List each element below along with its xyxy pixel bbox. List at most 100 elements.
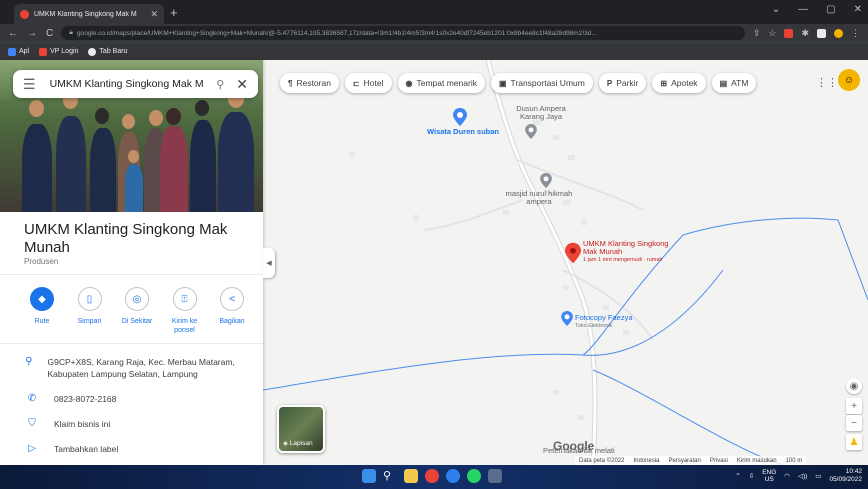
- address-row[interactable]: ⚲ G9CP+X8S, Karang Raja, Kec. Merbau Mat…: [24, 356, 249, 380]
- sidebar-icon[interactable]: [817, 28, 826, 38]
- chevron-up-icon[interactable]: ⌃: [735, 472, 740, 480]
- volume-icon[interactable]: ◁)): [798, 472, 807, 480]
- chip-apotek[interactable]: ⊞ Apotek: [652, 73, 706, 93]
- close-icon[interactable]: ✕: [236, 76, 248, 93]
- minimize-button[interactable]: —: [798, 4, 808, 15]
- chevron-left-icon: ◀: [266, 260, 272, 267]
- avatar[interactable]: ☺: [838, 69, 860, 91]
- system-tray: ⌃ ⇩ ENG US ◠ ◁)) ▭ 10:42 05/09/2022: [735, 468, 862, 484]
- map-label-dusun: Dusun Ampera Karang Jaya: [516, 104, 566, 121]
- zoom-out-button[interactable]: −: [846, 415, 862, 431]
- nearby-button[interactable]: ◎ Di Sekitar: [117, 287, 157, 335]
- windows-taskbar: ⚲ ⌃ ⇩ ENG US ◠ ◁)) ▭ 10:42 05/09/2022: [0, 465, 868, 489]
- file-explorer-icon[interactable]: [404, 469, 418, 483]
- map-label-wisata[interactable]: Wisata Duren suban: [423, 128, 503, 136]
- selected-place-pin-icon[interactable]: [565, 242, 581, 269]
- chevron-down-icon[interactable]: ⌄: [772, 4, 780, 15]
- extension-icon[interactable]: [784, 28, 794, 38]
- map-label-fotocopy[interactable]: Fotocopy Faezya: [575, 314, 645, 322]
- chip-restoran[interactable]: ¶ Restoran: [280, 73, 339, 93]
- reload-button[interactable]: C: [46, 28, 53, 39]
- browser-tab[interactable]: UMKM Klanting Singkong Mak M ✕: [14, 4, 164, 24]
- pegman-icon[interactable]: ♟: [846, 434, 862, 450]
- bookmark-new-tab[interactable]: Tab Baru: [88, 47, 127, 56]
- search-box[interactable]: ☰ UMKM Klanting Singkong Mak M ⚲ ✕: [13, 70, 258, 98]
- place-category[interactable]: Produsen: [24, 257, 58, 266]
- map-canvas[interactable]: Wisata Duren suban Dusun Ampera Karang J…: [263, 60, 868, 465]
- bookmarks-bar: Apl VP Login Tab Baru: [0, 42, 868, 60]
- map-label-fotocopy-category: Toko Elektronik: [575, 323, 613, 329]
- claim-business-text: Klaim bisnis ini: [54, 419, 111, 429]
- share-page-icon[interactable]: ⇪: [753, 28, 761, 39]
- whatsapp-icon[interactable]: [467, 469, 481, 483]
- map-label-drive-time: 1 jam 1 mnt mengemudi · rumah: [583, 257, 663, 263]
- star-icon[interactable]: ☆: [768, 28, 776, 39]
- new-tab-button[interactable]: +: [170, 5, 178, 20]
- map-label-selected-place[interactable]: UMKM Klanting Singkong Mak Munah: [583, 240, 673, 256]
- pharmacy-icon: ⊞: [660, 78, 668, 88]
- layers-label: ◈ Lapisan: [283, 440, 313, 447]
- search-icon[interactable]: ⚲: [383, 469, 397, 483]
- share-icon: <: [220, 287, 244, 311]
- link-kirim-masukan[interactable]: Kirim masukan: [737, 458, 777, 464]
- village-pin-icon[interactable]: [525, 124, 537, 144]
- clock[interactable]: 10:42 05/09/2022: [829, 468, 862, 484]
- my-location-button[interactable]: ◉: [846, 378, 862, 394]
- zoom-in-button[interactable]: +: [846, 398, 862, 414]
- claim-business-row[interactable]: ⛉ Klaim bisnis ini: [24, 418, 110, 430]
- wifi-icon[interactable]: ◠: [784, 472, 790, 480]
- layers-icon: ◈: [283, 440, 288, 447]
- parking-icon: P: [606, 78, 613, 88]
- chip-atm[interactable]: ▤ ATM: [711, 73, 757, 93]
- chrome-icon[interactable]: [425, 469, 439, 483]
- apps-grid-icon: [8, 47, 16, 56]
- divider: [0, 274, 263, 275]
- category-chips: ¶ Restoran ⊏ Hotel ◉ Tempat menarik ▣ Transp…: [280, 73, 757, 93]
- layers-button[interactable]: ◈ Lapisan: [277, 405, 325, 453]
- share-button[interactable]: < Bagikan: [212, 287, 252, 335]
- search-icon[interactable]: ⚲: [216, 78, 224, 91]
- back-button[interactable]: ←: [8, 28, 18, 39]
- chip-transportasi-umum[interactable]: ▣ Transportasi Umum: [490, 73, 593, 93]
- bookmark-apps[interactable]: Apl: [8, 47, 29, 56]
- location-target-icon: ◉: [849, 380, 859, 392]
- tab-close-icon[interactable]: ✕: [150, 9, 158, 20]
- usb-icon[interactable]: ⇩: [749, 472, 754, 480]
- send-to-phone-icon: ⍐: [172, 287, 197, 311]
- chip-parkir[interactable]: P Parkir: [598, 73, 647, 93]
- link-persyaratan[interactable]: Persyaratan: [669, 458, 701, 464]
- atm-icon: ▤: [719, 78, 728, 88]
- forward-button[interactable]: →: [27, 28, 37, 39]
- save-button[interactable]: ▯ Simpan: [70, 287, 110, 335]
- browser-tabbar: UMKM Klanting Singkong Mak M ✕ + ⌄ — ▢ ✕: [0, 0, 868, 24]
- bookmark-vp-login[interactable]: VP Login: [39, 47, 78, 56]
- link-indonesia[interactable]: Indonesia: [633, 458, 659, 464]
- chip-tempat-menarik[interactable]: ◉ Tempat menarik: [397, 73, 485, 93]
- nearby-icon: ◎: [125, 287, 149, 311]
- tab-title: UMKM Klanting Singkong Mak M: [34, 10, 137, 18]
- link-privasi[interactable]: Privasi: [710, 458, 728, 464]
- puzzle-icon[interactable]: ✱: [801, 28, 809, 39]
- edge-icon[interactable]: [446, 469, 460, 483]
- maximize-button[interactable]: ▢: [826, 4, 835, 15]
- kebab-menu-icon[interactable]: ⋮: [851, 28, 860, 39]
- store-pin-icon[interactable]: [561, 311, 573, 331]
- collapse-panel-button[interactable]: ◀: [263, 248, 275, 278]
- app-icon[interactable]: [488, 469, 502, 483]
- address-bar[interactable]: 🔒︎ google.co.id/maps/place/UMKM+Klanting…: [61, 26, 745, 40]
- directions-button[interactable]: ◆ Rute: [22, 287, 62, 335]
- send-to-phone-button[interactable]: ⍐ Kirim ke ponsel: [165, 287, 205, 335]
- add-label-row[interactable]: ▷ Tambahkan label: [24, 443, 118, 455]
- taskbar-apps: ⚲: [362, 469, 502, 483]
- chip-hotel[interactable]: ⊏ Hotel: [344, 73, 392, 93]
- scale-bar[interactable]: 100 m: [786, 458, 803, 464]
- start-icon[interactable]: [362, 469, 376, 483]
- battery-icon[interactable]: ▭: [815, 472, 821, 480]
- lock-icon: 🔒︎: [69, 29, 73, 36]
- language-indicator[interactable]: ENG US: [762, 469, 776, 483]
- hamburger-menu-icon[interactable]: ☰: [23, 76, 36, 93]
- phone-row[interactable]: ✆ 0823-8072-2168: [24, 393, 117, 405]
- close-window-button[interactable]: ✕: [854, 4, 862, 15]
- profile-icon[interactable]: [834, 28, 843, 38]
- search-input[interactable]: UMKM Klanting Singkong Mak M: [50, 78, 205, 90]
